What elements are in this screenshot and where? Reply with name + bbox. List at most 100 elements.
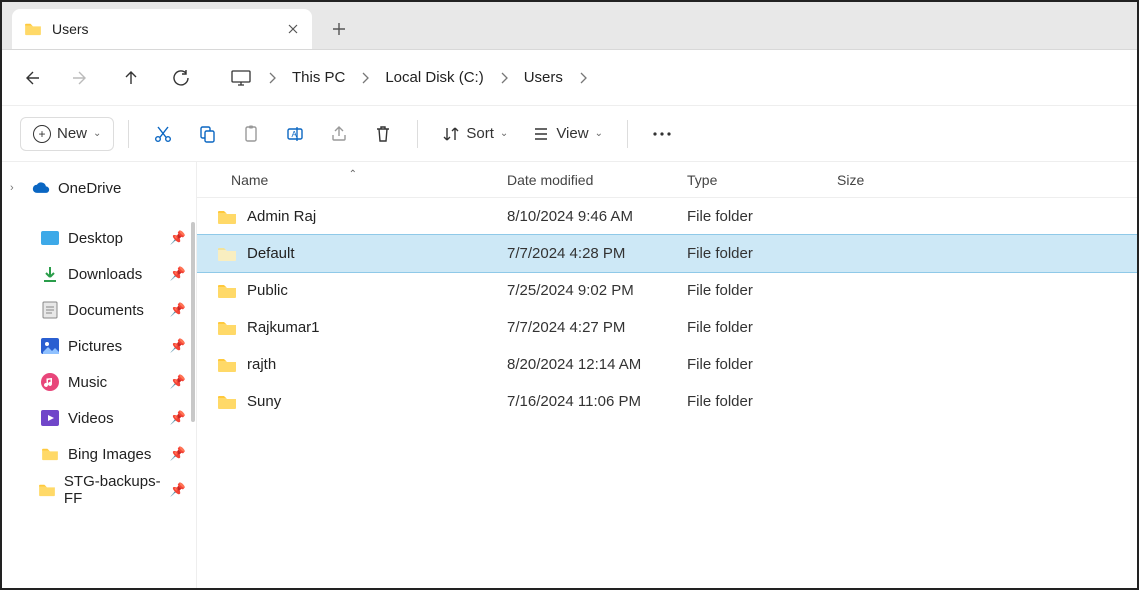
folder-icon (38, 481, 56, 499)
tree-label: Videos (68, 410, 114, 427)
col-size[interactable]: Size (837, 172, 937, 188)
new-label: New (57, 125, 87, 142)
tree-item[interactable]: Downloads📌 (2, 256, 196, 292)
file-type: File folder (687, 393, 837, 410)
documents-icon (40, 301, 60, 319)
crumb-this-pc[interactable]: This PC (292, 69, 345, 86)
file-name: Public (247, 282, 288, 299)
new-button[interactable]: + New ⌄ (20, 117, 114, 151)
file-date: 7/7/2024 4:28 PM (507, 245, 687, 262)
videos-icon (40, 409, 60, 427)
trash-icon (373, 124, 393, 144)
chevron-right-icon[interactable] (268, 72, 276, 84)
file-row[interactable]: Suny 7/16/2024 11:06 PMFile folder (197, 383, 1137, 420)
folder-icon (217, 394, 237, 410)
crumb-local-disk[interactable]: Local Disk (C:) (385, 69, 483, 86)
folder-icon (217, 283, 237, 299)
tree-onedrive[interactable]: › OneDrive (2, 170, 196, 206)
tab-users[interactable]: Users (12, 9, 312, 49)
file-type: File folder (687, 208, 837, 225)
forward-button[interactable] (70, 67, 92, 89)
pin-icon: 📌 (170, 446, 186, 462)
back-button[interactable] (20, 67, 42, 89)
tree-item[interactable]: Videos📌 (2, 400, 196, 436)
tree-item[interactable]: Documents 📌 (2, 292, 196, 328)
file-date: 8/10/2024 9:46 AM (507, 208, 687, 225)
file-row[interactable]: rajth8/20/2024 12:14 AMFile folder (197, 346, 1137, 383)
folder-icon (217, 320, 237, 336)
file-name: Suny (247, 393, 281, 410)
file-row[interactable]: Rajkumar17/7/2024 4:27 PMFile folder (197, 309, 1137, 346)
plus-circle-icon: + (33, 125, 51, 143)
breadcrumb: This PC Local Disk (C:) Users (230, 69, 587, 87)
folder-icon (217, 246, 237, 262)
tree-item[interactable]: Bing Images 📌 (2, 436, 196, 472)
view-icon (532, 125, 550, 143)
rename-button[interactable]: A (275, 117, 315, 151)
file-name: Rajkumar1 (247, 319, 320, 336)
divider (627, 120, 628, 148)
address-bar: This PC Local Disk (C:) Users (2, 50, 1137, 106)
tree-label: Downloads (68, 266, 142, 283)
tree-label: Music (68, 374, 107, 391)
chevron-down-icon: ⌄ (595, 128, 603, 139)
col-type[interactable]: Type (687, 172, 837, 188)
sort-label: Sort (466, 125, 494, 142)
more-button[interactable] (642, 117, 682, 151)
close-icon[interactable] (286, 22, 300, 36)
more-icon (652, 131, 672, 137)
file-row[interactable]: Public7/25/2024 9:02 PMFile folder (197, 272, 1137, 309)
chevron-right-icon[interactable] (500, 72, 508, 84)
sort-button[interactable]: Sort ⌄ (432, 117, 518, 151)
file-date: 8/20/2024 12:14 AM (507, 356, 687, 373)
paste-button[interactable] (231, 117, 271, 151)
col-date[interactable]: Date modified (507, 172, 687, 188)
tree-label: Pictures (68, 338, 122, 355)
tree-item[interactable]: STG-backups-FF 📌 (2, 472, 196, 508)
chevron-right-icon[interactable] (579, 72, 587, 84)
file-name: rajth (247, 356, 276, 373)
refresh-button[interactable] (170, 67, 192, 89)
col-name[interactable]: Name ⌃ (197, 172, 507, 188)
pin-icon: 📌 (170, 338, 186, 354)
file-list-panel: Name ⌃ Date modified Type Size Admin Raj… (197, 162, 1137, 588)
sort-indicator-icon: ⌃ (349, 169, 357, 180)
tree-item[interactable]: Music 📌 (2, 364, 196, 400)
folder-icon (217, 357, 237, 373)
toolbar: + New ⌄ A Sort ⌄ View ⌄ (2, 106, 1137, 162)
chevron-right-icon[interactable] (361, 72, 369, 84)
file-row[interactable]: Admin Raj8/10/2024 9:46 AMFile folder (197, 198, 1137, 235)
tree-label: Documents (68, 302, 144, 319)
tree-label: Desktop (68, 230, 123, 247)
cut-button[interactable] (143, 117, 183, 151)
column-headers: Name ⌃ Date modified Type Size (197, 162, 1137, 198)
pin-icon: 📌 (170, 482, 186, 498)
pin-icon: 📌 (170, 302, 186, 318)
rename-icon: A (285, 124, 305, 144)
tree-item[interactable]: Pictures 📌 (2, 328, 196, 364)
tree-label: OneDrive (58, 180, 121, 197)
pictures-icon (40, 337, 60, 355)
delete-button[interactable] (363, 117, 403, 151)
divider (417, 120, 418, 148)
desktop-icon (40, 229, 60, 247)
file-date: 7/16/2024 11:06 PM (507, 393, 687, 410)
divider (128, 120, 129, 148)
share-button[interactable] (319, 117, 359, 151)
pin-icon: 📌 (170, 374, 186, 390)
tree-label: STG-backups-FF (64, 473, 162, 507)
pin-icon: 📌 (170, 230, 186, 246)
view-button[interactable]: View ⌄ (522, 117, 613, 151)
tree-label: Bing Images (68, 446, 151, 463)
copy-button[interactable] (187, 117, 227, 151)
up-button[interactable] (120, 67, 142, 89)
tree-item[interactable]: Desktop 📌 (2, 220, 196, 256)
file-row[interactable]: Default7/7/2024 4:28 PMFile folder (197, 235, 1137, 272)
new-tab-button[interactable] (322, 12, 356, 46)
chevron-right-icon[interactable]: › (10, 182, 24, 194)
tab-strip: Users (2, 2, 1137, 50)
file-type: File folder (687, 245, 837, 262)
scissors-icon (153, 124, 173, 144)
view-label: View (556, 125, 588, 142)
crumb-users[interactable]: Users (524, 69, 563, 86)
